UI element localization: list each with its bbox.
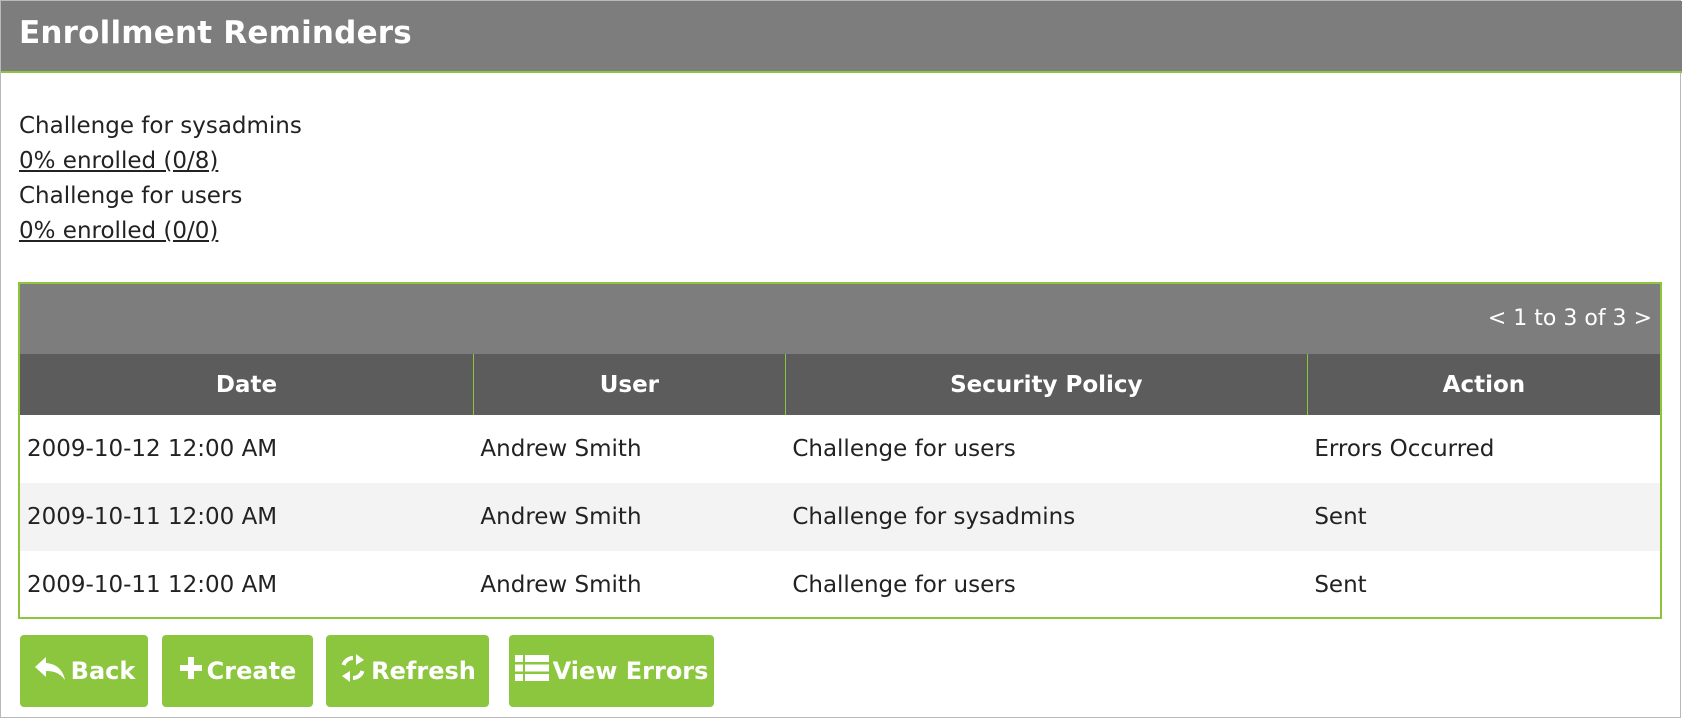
enrollment-link[interactable]: 0% enrolled (0/0) [19,214,302,249]
cell-date: 2009-10-11 12:00 AM [27,572,278,598]
list-icon [514,654,553,688]
plus-icon [179,656,207,686]
panel-header: Enrollment Reminders [1,1,1682,73]
table-header-row: Date User Security Policy Action [20,354,1660,415]
view-errors-button[interactable]: View Errors [509,635,714,707]
cell-security-policy: Challenge for sysadmins [785,483,1308,551]
cell-security-policy: Challenge for users [792,572,1016,598]
column-header-security-policy[interactable]: Security Policy [784,354,1308,415]
table-row[interactable]: 2009-10-11 12:00 AM Andrew Smith Challen… [20,483,1660,551]
refresh-button[interactable]: Refresh [326,635,489,707]
refresh-icon [339,654,371,688]
cell-user: Andrew Smith [473,483,786,551]
reply-arrow-icon [33,655,71,687]
reminders-grid: < 1 to 3 of 3 > Date User Security Polic… [18,282,1662,619]
cell-user: Andrew Smith [480,572,642,598]
policy-name: Challenge for sysadmins [19,113,302,139]
cell-security-policy: Challenge for users [792,436,1016,462]
pager: < 1 to 3 of 3 > [1488,306,1652,331]
table-row[interactable]: 2009-10-11 12:00 AM Andrew Smith Challen… [20,551,1660,619]
cell-date: 2009-10-11 12:00 AM [20,483,474,551]
policy-enrollment-summary: Challenge for sysadmins 0% enrolled (0/8… [19,109,302,249]
view-errors-button-label: View Errors [552,657,709,685]
table-row[interactable]: 2009-10-12 12:00 AM Andrew Smith Challen… [20,415,1660,483]
grid-toolbar: < 1 to 3 of 3 > [20,284,1660,354]
cell-user: Andrew Smith [480,436,642,462]
pager-prev[interactable]: < [1488,306,1506,331]
pager-next[interactable]: > [1634,306,1652,331]
enrollment-reminders-panel: Enrollment Reminders Challenge for sysad… [0,0,1682,718]
pager-range: 1 to 3 of 3 [1513,306,1627,331]
column-header-action[interactable]: Action [1306,354,1660,415]
cell-action: Sent [1307,483,1660,551]
create-button[interactable]: Create [162,635,313,707]
reminders-table: Date User Security Policy Action 2009-10… [20,354,1660,619]
column-header-date[interactable]: Date [20,354,474,415]
column-header-user[interactable]: User [472,354,786,415]
enrollment-link[interactable]: 0% enrolled (0/8) [19,144,302,179]
cell-action: Errors Occurred [1314,436,1495,462]
back-button[interactable]: Back [20,635,148,707]
refresh-button-label: Refresh [371,657,476,685]
cell-date: 2009-10-12 12:00 AM [27,436,278,462]
create-button-label: Create [206,657,297,685]
page-title: Enrollment Reminders [19,15,412,51]
cell-action: Sent [1314,572,1367,598]
policy-name: Challenge for users [19,183,243,209]
back-button-label: Back [70,657,136,685]
